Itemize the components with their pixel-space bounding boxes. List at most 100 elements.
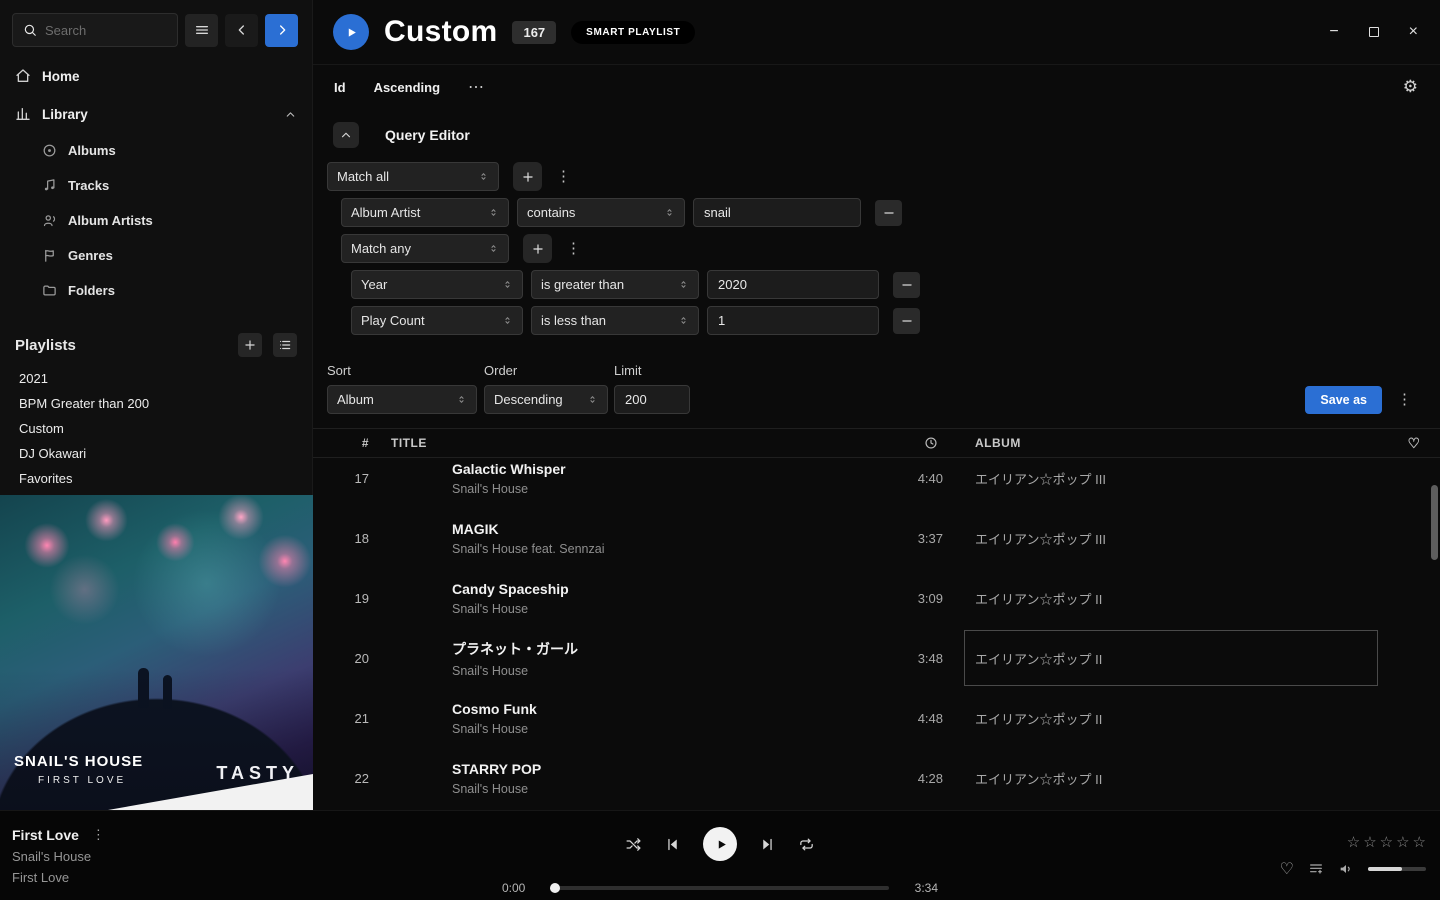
query-root-row: Match all ⋮ [327, 162, 1440, 191]
search-box[interactable] [12, 13, 178, 47]
favorite-heart-icon[interactable]: ♡ [1280, 859, 1294, 879]
rule-operator-select[interactable]: is less than [531, 306, 699, 335]
minimize-button[interactable]: − [1329, 24, 1338, 40]
rule-field-select[interactable]: Album Artist [341, 198, 509, 227]
seek-bar[interactable] [551, 886, 888, 890]
sidebar-item-folders[interactable]: Folders [0, 273, 312, 308]
column-title[interactable]: TITLE [369, 436, 853, 450]
track-row[interactable]: 20 プラネット・ガール Snail's House 3:48 エイリアン☆ポッ… [313, 628, 1440, 688]
disc-icon [42, 143, 57, 158]
track-album-focused-cell[interactable]: エイリアン☆ポップ II [943, 628, 1388, 688]
playlist-item[interactable]: Favorites [0, 466, 312, 491]
rule-value-input[interactable] [707, 270, 879, 299]
sidebar-item-album-artists[interactable]: Album Artists [0, 203, 312, 238]
page-title: Custom [384, 15, 497, 49]
limit-input[interactable] [614, 385, 690, 414]
track-row[interactable]: 18 MAGIK Snail's House feat. Sennzai 3:3… [313, 508, 1440, 568]
star-icon[interactable]: ☆ [1380, 833, 1393, 851]
order-select[interactable]: Descending [484, 385, 608, 414]
star-icon[interactable]: ☆ [1413, 833, 1426, 851]
more-options-icon[interactable]: ⋯ [468, 77, 485, 97]
track-album[interactable]: エイリアン☆ポップ III [943, 508, 1388, 568]
track-row[interactable]: 22 STARRY POP Snail's House 4:28 エイリアン☆ポ… [313, 748, 1440, 808]
add-rule-button[interactable] [523, 234, 552, 263]
select-updown-icon [478, 171, 489, 182]
star-icon[interactable]: ☆ [1347, 833, 1360, 851]
playlist-item[interactable]: Custom [0, 416, 312, 441]
playlist-list-button[interactable] [273, 333, 297, 357]
rule-operator-select[interactable]: contains [517, 198, 685, 227]
remove-rule-button[interactable] [893, 272, 920, 298]
playlist-item[interactable]: DJ Okawari [0, 441, 312, 466]
now-playing-artist[interactable]: Snail's House [12, 849, 105, 864]
sort-field-button[interactable]: Id [334, 80, 346, 95]
next-button[interactable] [759, 836, 776, 853]
match-all-select[interactable]: Match all [327, 162, 499, 191]
shuffle-button[interactable] [625, 836, 642, 853]
scrollbar-thumb[interactable] [1431, 485, 1438, 560]
queue-button[interactable] [1308, 861, 1324, 877]
track-duration: 4:40 [853, 471, 943, 486]
volume-button[interactable] [1338, 861, 1354, 877]
search-input[interactable] [45, 23, 167, 38]
collapse-query-editor-button[interactable] [333, 122, 359, 148]
now-playing-album[interactable]: First Love [12, 870, 105, 885]
add-rule-button[interactable] [513, 162, 542, 191]
nav-forward-button[interactable] [265, 14, 298, 47]
track-album[interactable]: エイリアン☆ポップ III [943, 458, 1388, 508]
rule-group-menu-button[interactable]: ⋮ [550, 169, 577, 184]
column-index[interactable]: # [313, 436, 369, 450]
save-options-menu-button[interactable]: ⋮ [1391, 392, 1418, 407]
now-playing-title[interactable]: First Love [12, 827, 79, 843]
sidebar-item-genres[interactable]: Genres [0, 238, 312, 273]
track-row[interactable]: 19 Candy Spaceship Snail's House 3:09 エイ… [313, 568, 1440, 628]
sort-select[interactable]: Album [327, 385, 477, 414]
repeat-button[interactable] [798, 836, 815, 853]
rule-value-input[interactable] [693, 198, 861, 227]
match-any-select[interactable]: Match any [341, 234, 509, 263]
flag-icon [42, 248, 57, 263]
rule-group-menu-button[interactable]: ⋮ [560, 241, 587, 256]
track-row[interactable]: 21 Cosmo Funk Snail's House 4:48 エイリアン☆ポ… [313, 688, 1440, 748]
add-playlist-button[interactable] [238, 333, 262, 357]
save-as-button[interactable]: Save as [1305, 386, 1382, 414]
now-playing-menu-icon[interactable]: ⋮ [92, 827, 105, 843]
playlist-header: Custom 167 SMART PLAYLIST − × [313, 0, 1440, 65]
sidebar-item-home[interactable]: Home [0, 57, 312, 95]
library-icon [15, 106, 31, 122]
rule-value-input[interactable] [707, 306, 879, 335]
sidebar-item-tracks[interactable]: Tracks [0, 168, 312, 203]
sidebar-item-library[interactable]: Library [0, 95, 312, 133]
previous-button[interactable] [664, 836, 681, 853]
playlist-item[interactable]: 2021 [0, 366, 312, 391]
rule-operator-select[interactable]: is greater than [531, 270, 699, 299]
close-button[interactable]: × [1409, 24, 1418, 40]
sort-direction-button[interactable]: Ascending [374, 80, 440, 95]
star-icon[interactable]: ☆ [1396, 833, 1409, 851]
chevron-up-icon[interactable] [284, 108, 297, 121]
track-album[interactable]: エイリアン☆ポップ II [943, 568, 1388, 628]
volume-slider[interactable] [1368, 867, 1426, 871]
play-playlist-button[interactable] [333, 14, 369, 50]
track-album[interactable]: エイリアン☆ポップ II [943, 688, 1388, 748]
menu-button[interactable] [185, 14, 218, 47]
rule-field-select[interactable]: Play Count [351, 306, 523, 335]
remove-rule-button[interactable] [875, 200, 902, 226]
nav-back-button[interactable] [225, 14, 258, 47]
rule-field-select[interactable]: Year [351, 270, 523, 299]
track-duration: 4:48 [853, 711, 943, 726]
column-album[interactable]: ALBUM [943, 436, 1388, 450]
track-row[interactable]: 17 Galactic Whisper Snail's House 4:40 エ… [313, 458, 1440, 508]
maximize-button[interactable] [1369, 27, 1379, 37]
sidebar-item-albums[interactable]: Albums [0, 133, 312, 168]
playlist-item[interactable]: BPM Greater than 200 [0, 391, 312, 416]
gear-icon[interactable]: ⚙ [1403, 77, 1418, 97]
now-playing-artwork[interactable]: SNAIL'S HOUSE FIRST LOVE TASTY [0, 495, 313, 810]
remove-rule-button[interactable] [893, 308, 920, 334]
column-favorite[interactable]: ♡ [1388, 435, 1440, 452]
play-pause-button[interactable] [703, 827, 737, 861]
column-duration[interactable] [853, 436, 943, 450]
track-album[interactable]: エイリアン☆ポップ II [943, 748, 1388, 808]
seek-knob[interactable] [550, 883, 560, 893]
star-icon[interactable]: ☆ [1363, 833, 1376, 851]
